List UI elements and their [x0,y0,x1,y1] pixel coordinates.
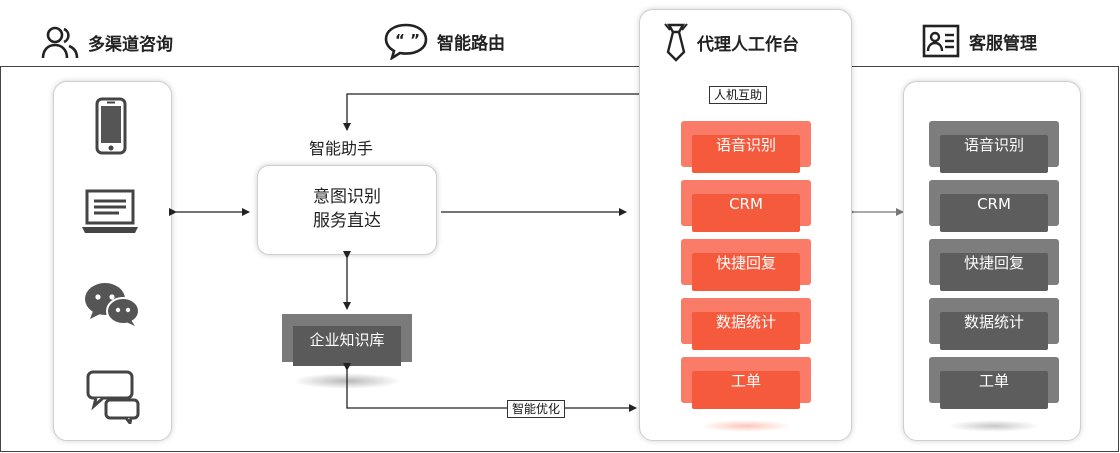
header-agent-workbench: 代理人工作台 [663,22,799,62]
header-agent-workbench-label: 代理人工作台 [697,34,799,55]
agent-module-label: 语音识别 [715,136,776,154]
agent-module-label: 工单 [730,372,761,390]
agent-module-0[interactable]: 语音识别 [681,121,811,174]
service-module-3[interactable]: 数据统计 [929,298,1059,351]
agent-module-2[interactable]: 快捷回复 [681,239,811,292]
arrow-smart-optimize [343,363,637,412]
agent-module-3[interactable]: 数据统计 [681,298,811,351]
service-module-label: 快捷回复 [963,254,1024,272]
tag-smart-optimize: 智能优化 [507,400,566,418]
agent-module-label: CRM [729,195,763,213]
agent-module-1[interactable]: CRM [681,180,811,233]
service-modules-shadow [948,420,1040,432]
service-module-label: CRM [977,195,1011,213]
agent-modules-shadow [700,420,792,432]
service-module-1[interactable]: CRM [929,180,1059,233]
tag-human-machine: 人机互助 [709,86,768,104]
agent-module-label: 数据统计 [715,313,776,331]
service-module-4[interactable]: 工单 [929,357,1059,410]
service-module-label: 数据统计 [963,313,1024,331]
tie-icon [663,22,689,62]
service-module-2[interactable]: 快捷回复 [929,239,1059,292]
service-module-label: 工单 [978,372,1009,390]
service-module-0[interactable]: 语音识别 [929,121,1059,174]
service-module-label: 语音识别 [963,136,1024,154]
agent-module-label: 快捷回复 [715,254,776,272]
agent-module-4[interactable]: 工单 [681,357,811,410]
